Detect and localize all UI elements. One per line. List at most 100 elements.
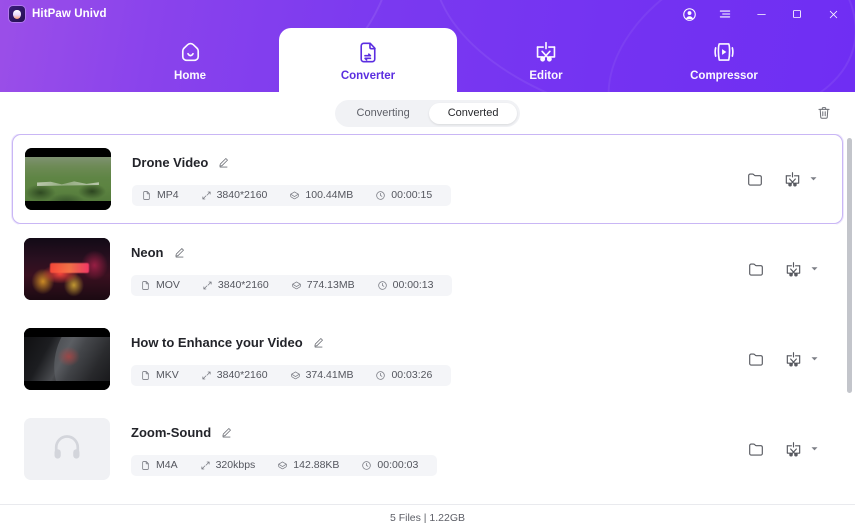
disk-icon <box>290 370 301 381</box>
meta-format-value: M4A <box>156 459 178 471</box>
list-scrollbar[interactable] <box>847 138 852 504</box>
chevron-down-icon[interactable] <box>810 260 819 278</box>
meta-format: MP4 <box>141 189 189 201</box>
meta-size: 142.88KB <box>265 459 349 471</box>
folder-icon[interactable] <box>747 350 765 368</box>
meta-format: MOV <box>140 279 190 291</box>
row-edit-dropdown[interactable] <box>784 260 819 279</box>
meta-duration: 00:03:26 <box>363 369 442 381</box>
tab-home[interactable]: Home <box>101 28 279 92</box>
row-title-line: Zoom-Sound <box>131 423 747 443</box>
meta-size: 774.13MB <box>279 279 365 291</box>
meta-format-value: MKV <box>156 369 179 381</box>
pencil-icon[interactable] <box>312 336 325 349</box>
row-details: Neon MOV 3840*2160 774.13MB 00:00:13 <box>110 243 747 296</box>
editor-icon[interactable] <box>783 170 802 189</box>
meta-resolution: 3840*2160 <box>189 369 278 381</box>
editor-icon[interactable] <box>784 440 803 459</box>
row-edit-dropdown[interactable] <box>784 350 819 369</box>
segment-converting[interactable]: Converting <box>338 103 429 124</box>
scrollbar-thumb[interactable] <box>847 138 852 393</box>
hitpaw-logo-icon <box>9 6 25 22</box>
tab-compressor[interactable]: Compressor <box>635 28 813 92</box>
table-row[interactable]: Drone Video MP4 3840*2160 100.44MB 00:00… <box>12 134 843 224</box>
status-filter-bar: Converting Converted <box>0 92 855 134</box>
close-icon[interactable] <box>815 0 851 28</box>
meta-duration-value: 00:00:13 <box>392 279 434 291</box>
account-icon[interactable] <box>671 0 707 28</box>
clock-icon <box>361 460 372 471</box>
meta-size-value: 774.13MB <box>306 279 355 291</box>
table-row[interactable]: How to Enhance your Video MKV 3840*2160 … <box>12 314 843 404</box>
tab-converter[interactable]: Converter <box>279 28 457 92</box>
row-details: How to Enhance your Video MKV 3840*2160 … <box>110 333 747 386</box>
thumbnail <box>24 238 110 300</box>
file-title: How to Enhance your Video <box>131 335 303 350</box>
main-tabs: Home Converter Editor Compressor <box>0 28 855 92</box>
pencil-icon[interactable] <box>173 246 186 259</box>
table-row[interactable]: Neon MOV 3840*2160 774.13MB 00:00:13 <box>12 224 843 314</box>
converter-icon <box>356 39 381 65</box>
app-header: HitPaw Univd Home Converter Editor Compr… <box>0 0 855 92</box>
row-edit-dropdown[interactable] <box>783 170 818 189</box>
file-icon <box>141 190 152 201</box>
editor-icon[interactable] <box>784 350 803 369</box>
meta-resolution: 3840*2160 <box>189 189 278 201</box>
folder-icon[interactable] <box>746 170 764 188</box>
file-meta: MOV 3840*2160 774.13MB 00:00:13 <box>131 274 453 296</box>
tab-compressor-label: Compressor <box>690 69 758 82</box>
resize-icon <box>201 370 212 381</box>
meta-resolution-value: 3840*2160 <box>216 369 268 381</box>
minimize-icon[interactable] <box>743 0 779 28</box>
clock-icon <box>375 370 386 381</box>
trash-icon[interactable] <box>811 100 837 126</box>
menu-icon[interactable] <box>707 0 743 28</box>
meta-duration-value: 00:00:03 <box>377 459 419 471</box>
row-title-line: Drone Video <box>132 153 746 173</box>
folder-icon[interactable] <box>747 260 765 278</box>
meta-resolution: 320kbps <box>188 459 266 471</box>
meta-duration-value: 00:00:15 <box>391 189 433 201</box>
pencil-icon[interactable] <box>217 156 230 169</box>
row-title-line: How to Enhance your Video <box>131 333 747 353</box>
meta-resolution-value: 3840*2160 <box>217 279 269 291</box>
file-meta: MP4 3840*2160 100.44MB 00:00:15 <box>132 184 452 206</box>
editor-icon[interactable] <box>784 260 803 279</box>
file-meta: MKV 3840*2160 374.41MB 00:03:26 <box>131 364 452 386</box>
meta-format-value: MP4 <box>157 189 179 201</box>
tab-editor-label: Editor <box>529 69 563 82</box>
editor-icon <box>533 39 559 65</box>
table-row[interactable]: Zoom-Sound M4A 320kbps 142.88KB 00:00:03 <box>12 404 843 494</box>
compressor-icon <box>711 39 737 65</box>
chevron-down-icon[interactable] <box>810 440 819 458</box>
segment-converted[interactable]: Converted <box>428 102 518 124</box>
row-edit-dropdown[interactable] <box>784 440 819 459</box>
clock-icon <box>377 280 388 291</box>
file-title: Zoom-Sound <box>131 425 212 440</box>
tab-converter-label: Converter <box>340 69 396 82</box>
file-title: Neon <box>131 245 164 260</box>
row-title-line: Neon <box>131 243 747 263</box>
meta-duration: 00:00:03 <box>349 459 428 471</box>
pencil-icon[interactable] <box>220 426 233 439</box>
file-list-container: Drone Video MP4 3840*2160 100.44MB 00:00… <box>0 134 855 504</box>
tab-editor[interactable]: Editor <box>457 28 635 92</box>
file-icon <box>140 280 151 291</box>
row-actions <box>746 170 832 189</box>
app-window: HitPaw Univd Home Converter Editor Compr… <box>0 0 855 530</box>
chevron-down-icon[interactable] <box>809 170 818 188</box>
file-title: Drone Video <box>132 155 209 170</box>
maximize-icon[interactable] <box>779 0 815 28</box>
meta-format: M4A <box>140 459 188 471</box>
app-title: HitPaw Univd <box>32 8 107 20</box>
meta-size: 374.41MB <box>278 369 364 381</box>
meta-format-value: MOV <box>156 279 180 291</box>
disk-icon <box>277 460 288 471</box>
headphones-icon <box>50 430 84 469</box>
thumbnail <box>24 328 110 390</box>
folder-icon[interactable] <box>747 440 765 458</box>
chevron-down-icon[interactable] <box>810 350 819 368</box>
file-count-status: 5 Files | 1.22GB <box>389 511 466 524</box>
row-actions <box>747 350 833 369</box>
resize-icon <box>202 280 213 291</box>
